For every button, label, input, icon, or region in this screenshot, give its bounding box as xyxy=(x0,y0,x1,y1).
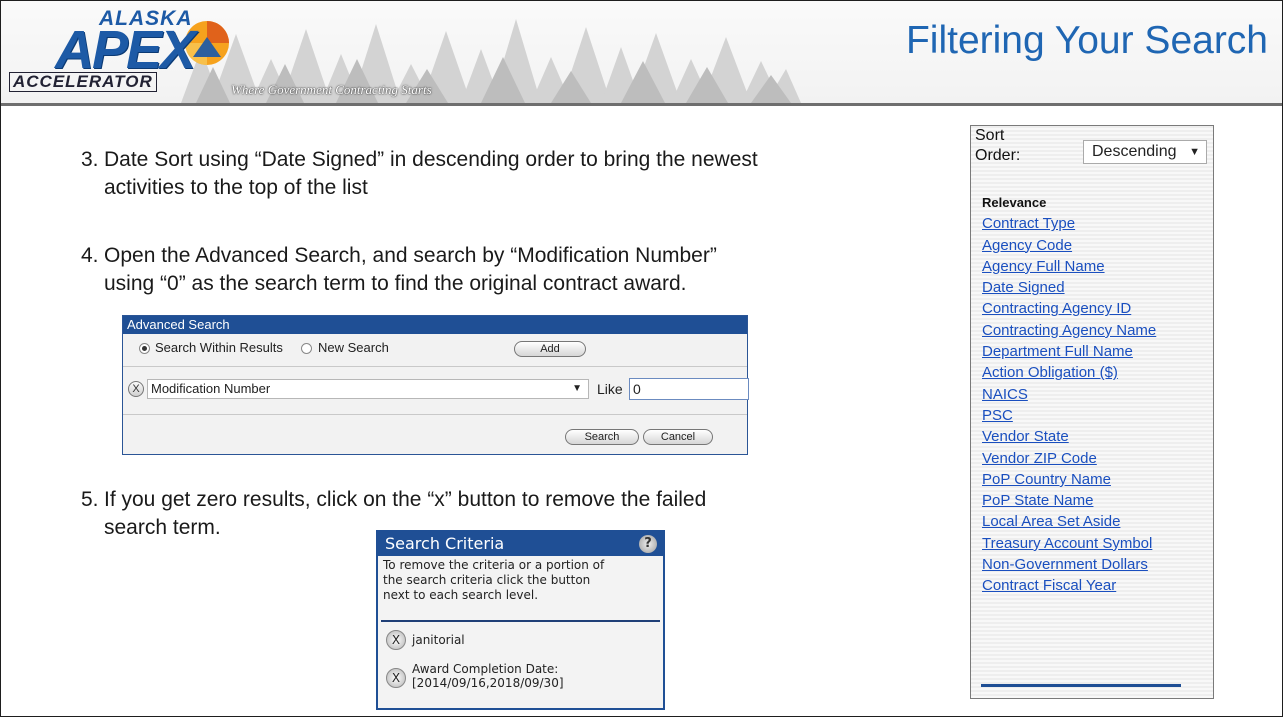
divider xyxy=(981,684,1181,687)
criteria-item: X janitorial xyxy=(378,628,663,652)
sort-option: Vendor State xyxy=(982,426,1212,447)
step-number: 4. xyxy=(81,244,99,267)
divider xyxy=(123,414,747,415)
sort-option: Contract Fiscal Year xyxy=(982,575,1212,596)
new-search-label: New Search xyxy=(318,340,389,355)
sort-option-link[interactable]: Department Full Name xyxy=(982,343,1133,360)
description-line: To remove the criteria or a portion of xyxy=(383,558,605,572)
slide-header: ALASKA APEX ACCELERATOR Where Government… xyxy=(1,1,1282,105)
step-number: 5. xyxy=(81,488,99,511)
field-select-value: Modification Number xyxy=(151,381,271,396)
divider xyxy=(381,620,660,622)
field-select[interactable]: Modification Number ▼ xyxy=(147,379,589,399)
criteria-text: Award Completion Date: xyxy=(412,662,559,676)
sort-option-link[interactable]: Contract Fiscal Year xyxy=(982,577,1116,594)
remove-criteria-x-icon[interactable]: X xyxy=(128,381,144,397)
new-search-radio[interactable] xyxy=(301,343,312,354)
operator-label: Like xyxy=(597,381,623,397)
sort-option: Agency Full Name xyxy=(982,256,1212,277)
sort-option: Contracting Agency Name xyxy=(982,320,1212,341)
description-line: next to each search level. xyxy=(383,588,539,602)
sort-option-link[interactable]: PoP State Name xyxy=(982,492,1093,509)
search-criteria-panel: Search Criteria ? To remove the criteria… xyxy=(376,530,665,710)
step-text-line: search term. xyxy=(104,516,221,539)
chevron-down-icon: ▼ xyxy=(572,383,582,394)
sort-option: NAICS xyxy=(982,384,1212,405)
chevron-down-icon: ▼ xyxy=(1189,146,1200,158)
sort-option: PSC xyxy=(982,405,1212,426)
step-text-line: using “0” as the search term to find the… xyxy=(104,272,687,295)
cancel-button[interactable]: Cancel xyxy=(643,429,713,445)
sort-option-link[interactable]: Contract Type xyxy=(982,215,1075,232)
sort-option-link[interactable]: Contracting Agency ID xyxy=(982,300,1131,317)
advanced-search-title: Advanced Search xyxy=(123,316,747,334)
search-within-results-label: Search Within Results xyxy=(155,340,283,355)
sort-option: Vendor ZIP Code xyxy=(982,448,1212,469)
tagline: Where Government Contracting Starts xyxy=(231,82,432,97)
sort-option: Department Full Name xyxy=(982,341,1212,362)
search-mode-row: Search Within Results New Search Add xyxy=(123,335,747,365)
sort-current-field: Relevance xyxy=(982,195,1047,210)
add-button[interactable]: Add xyxy=(514,341,586,357)
search-within-results-radio[interactable] xyxy=(139,343,150,354)
sort-order-label: Sort Order: xyxy=(975,127,1045,165)
sort-option-link[interactable]: Contracting Agency Name xyxy=(982,322,1156,339)
criteria-item: X Award Completion Date: [2014/09/16,201… xyxy=(378,660,663,696)
remove-criteria-x-icon[interactable]: X xyxy=(386,668,406,688)
sort-option-link[interactable]: PSC xyxy=(982,407,1013,424)
sort-option-link[interactable]: Vendor ZIP Code xyxy=(982,450,1097,467)
search-button[interactable]: Search xyxy=(565,429,639,445)
sort-option-link[interactable]: Action Obligation ($) xyxy=(982,364,1118,381)
sort-option-link[interactable]: Vendor State xyxy=(982,428,1069,445)
sort-option: Non-Government Dollars xyxy=(982,554,1212,575)
divider xyxy=(123,366,747,367)
sort-order-value: Descending xyxy=(1092,143,1177,160)
slide: ALASKA APEX ACCELERATOR Where Government… xyxy=(0,0,1283,717)
sort-option: Local Area Set Aside xyxy=(982,511,1212,532)
sort-order-label-line: Sort xyxy=(975,127,1005,144)
search-term-input[interactable]: 0 xyxy=(629,378,749,400)
sort-option: Date Signed xyxy=(982,277,1212,298)
step-number: 3. xyxy=(81,148,99,171)
sort-option: Agency Code xyxy=(982,235,1212,256)
slide-title: Filtering Your Search xyxy=(905,19,1268,62)
step-text-line: Date Sort using “Date Signed” in descend… xyxy=(104,148,758,171)
sort-option-link[interactable]: Date Signed xyxy=(982,279,1065,296)
sort-option: PoP State Name xyxy=(982,490,1212,511)
sort-option-link[interactable]: Agency Full Name xyxy=(982,258,1105,275)
logo-accelerator-text: ACCELERATOR xyxy=(9,72,157,92)
sort-option-link[interactable]: PoP Country Name xyxy=(982,471,1111,488)
search-criteria-header: Search Criteria ? xyxy=(378,532,663,556)
apex-logo: ALASKA APEX ACCELERATOR xyxy=(7,7,237,99)
sort-option: Contract Type xyxy=(982,213,1212,234)
sort-option-link[interactable]: Non-Government Dollars xyxy=(982,556,1148,573)
sort-option-link[interactable]: Treasury Account Symbol xyxy=(982,535,1152,552)
sort-option: Contracting Agency ID xyxy=(982,298,1212,319)
step-text-line: activities to the top of the list xyxy=(104,176,368,199)
step-text-line: Open the Advanced Search, and search by … xyxy=(104,244,717,267)
sort-option: PoP Country Name xyxy=(982,469,1212,490)
sort-panel: Sort Order: Descending ▼ Relevance Contr… xyxy=(970,125,1214,699)
remove-criteria-x-icon[interactable]: X xyxy=(386,630,406,650)
criteria-text: janitorial xyxy=(412,633,465,647)
description-line: the search criteria click the button xyxy=(383,573,591,587)
sort-field-list: Relevance Contract Type Agency Code Agency… xyxy=(982,192,1212,597)
search-criteria-description: To remove the criteria or a portion of t… xyxy=(378,556,663,620)
sort-order-label-line: Order: xyxy=(975,147,1021,164)
criteria-text: [2014/09/16,2018/09/30] xyxy=(412,676,564,690)
sort-option-link[interactable]: Local Area Set Aside xyxy=(982,513,1120,530)
sort-option: Action Obligation ($) xyxy=(982,362,1212,383)
help-icon[interactable]: ? xyxy=(639,535,657,553)
sort-order-select[interactable]: Descending ▼ xyxy=(1083,140,1207,164)
search-criteria-title: Search Criteria xyxy=(385,534,505,553)
advanced-search-panel: Advanced Search Search Within Results Ne… xyxy=(122,315,749,455)
step-text-line: If you get zero results, click on the “x… xyxy=(104,488,707,511)
sort-option-link[interactable]: NAICS xyxy=(982,386,1028,403)
sort-option-link[interactable]: Agency Code xyxy=(982,237,1072,254)
sort-option: Treasury Account Symbol xyxy=(982,533,1212,554)
header-divider xyxy=(1,103,1282,106)
